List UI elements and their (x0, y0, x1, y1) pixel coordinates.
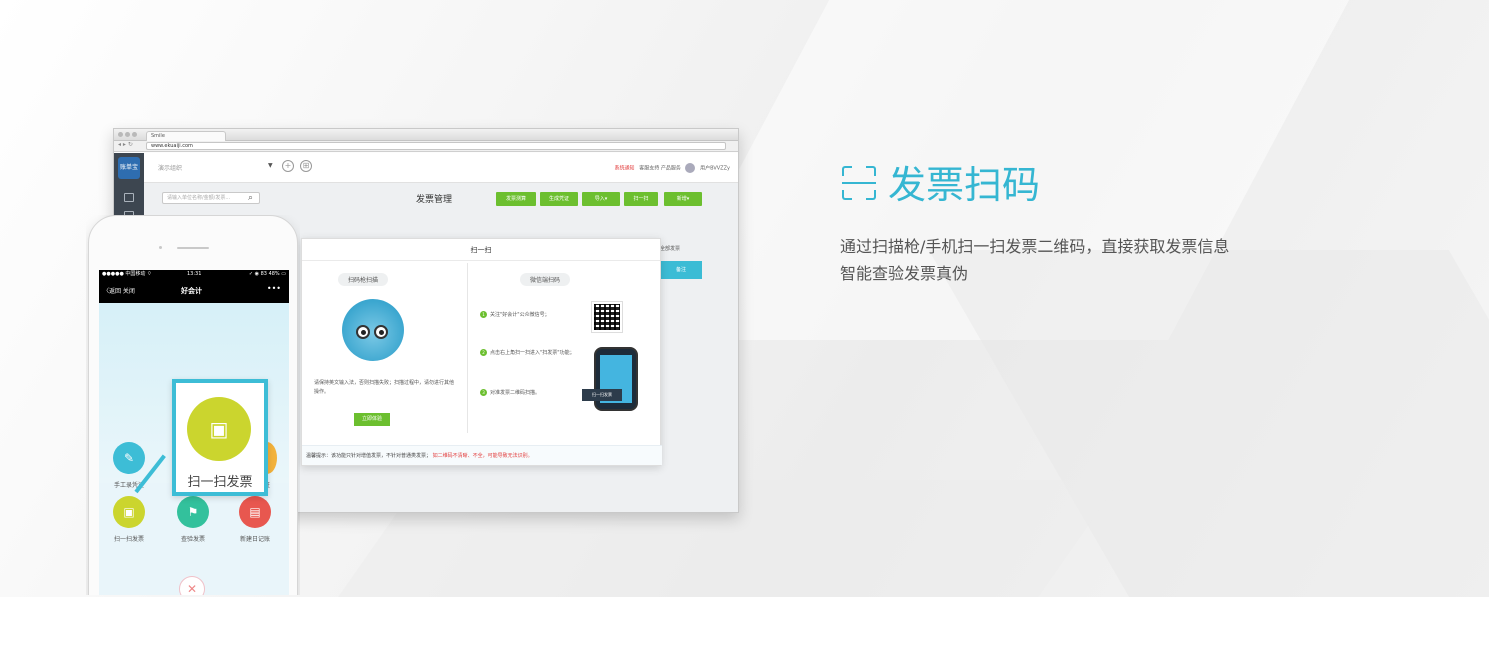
search-icon[interactable]: ⌕ (248, 192, 253, 204)
browser-tab[interactable]: Smile (146, 131, 226, 141)
scan-invoice-label[interactable]: 扫一扫发票 (104, 534, 154, 543)
scanner-note: 请保持英文输入法，否则扫描失败；扫描过程中，请勿进行其他操作。 (314, 380, 455, 395)
company-select[interactable]: 演示组织 (158, 163, 278, 172)
step-3: 3 对准发票二维码扫描。 (480, 389, 590, 397)
grid-icon[interactable]: ⊞ (300, 160, 312, 172)
pencil-icon[interactable]: ✎ (113, 442, 145, 474)
user-name[interactable]: 用户BVVZZy (700, 166, 730, 172)
try-now-button[interactable]: 立即体验 (354, 413, 390, 426)
modal-title: 扫一扫 (302, 239, 660, 261)
scan-invoice-callout: ▣ 扫一扫发票 (172, 379, 268, 496)
status-bar: ●●●●● 中国移动 ⌔ 13:31 ✓ ◉ 83 48% ▭ (99, 270, 289, 279)
window-close-dot[interactable] (118, 132, 123, 137)
camera (159, 246, 162, 249)
feature-title: 发票扫码 (888, 163, 1041, 207)
journal-icon[interactable]: ▤ (239, 496, 271, 528)
new-journal-label[interactable]: 新建日记账 (230, 534, 280, 543)
address-bar[interactable]: www.ekuaiji.com (146, 142, 726, 150)
footer-warning: 如二维码不清晰、不全，可能导致无法识别。 (432, 453, 533, 459)
window-maximize-dot[interactable] (132, 132, 137, 137)
battery: ✓ ◉ 83 48% ▭ (248, 271, 286, 277)
verify-invoice-label[interactable]: 查验发票 (168, 534, 218, 543)
step-2: 2 点击右上角扫一扫进入"扫发票"功能； (480, 349, 590, 357)
speaker (177, 247, 209, 249)
search-input[interactable]: 请输入单位名称/金额/发票... (162, 192, 260, 204)
clock: 13:31 (187, 271, 202, 277)
add-new-button[interactable]: 新增▾ (664, 192, 702, 206)
app-logo[interactable]: 账单宝 (118, 157, 140, 179)
flag-icon[interactable]: ⚑ (177, 496, 209, 528)
window-minimize-dot[interactable] (125, 132, 130, 137)
notice-link[interactable]: 系统通知 (614, 166, 634, 172)
remark-button[interactable]: 备注 (660, 261, 702, 279)
scan-invoice-tag: 扫一扫发票 (582, 389, 622, 401)
callout-label: 扫一扫发票 (187, 475, 253, 490)
feature-desc-line-1: 通过扫描枪/手机扫一扫发票二维码，直接获取发票信息 (840, 237, 1230, 256)
more-icon[interactable]: ••• (267, 284, 281, 293)
nav-title: 好会计 (181, 287, 202, 295)
feature-desc-line-2: 智能查验发票真伪 (840, 264, 969, 283)
topbar-right: 系统通知 客服支持 产品服务 用户BVVZZy (614, 163, 730, 173)
add-icon[interactable]: + (282, 160, 294, 172)
page-title: 发票管理 (416, 195, 453, 205)
step-1: 1 关注"好会计"公众微信号； (480, 311, 590, 319)
all-invoices-tag[interactable]: 全部发票 (660, 245, 680, 252)
back-button[interactable]: 〈返回 关闭 (103, 286, 135, 295)
qr-code-image (591, 301, 623, 333)
footer-tip: 温馨提示：该功能只针对增值发票，不针对普通类发票； (306, 453, 432, 459)
avatar[interactable] (685, 163, 696, 173)
scan-invoice-icon[interactable]: ▣ (113, 496, 145, 528)
close-icon[interactable]: ✕ (179, 576, 205, 595)
phone-illustration (594, 347, 638, 411)
browser-toolbar: ◂ ▸ ↻ www.ekuaiji.com (114, 141, 738, 152)
scanner-gun-tab[interactable]: 扫码枪扫描 (338, 273, 389, 286)
mascot-image (342, 299, 404, 361)
scan-button[interactable]: 扫一扫 (624, 192, 658, 206)
browser-titlebar: Smile (114, 129, 738, 141)
divider (467, 263, 468, 433)
scan-icon (842, 166, 876, 200)
ticket-icon: ▣ (187, 397, 251, 461)
feature-description: 通过扫描枪/手机扫一扫发票二维码，直接获取发票信息 智能查验发票真伪 (840, 233, 1229, 287)
invoice-calc-button[interactable]: 发票测算 (496, 192, 536, 206)
modal-footer: 温馨提示：该功能只针对增值发票，不针对普通类发票； 如二维码不清晰、不全，可能导… (302, 445, 662, 465)
chevron-down-icon[interactable]: ▼ (268, 162, 273, 169)
generate-voucher-button[interactable]: 生成凭证 (540, 192, 578, 206)
browser-nav-icons[interactable]: ◂ ▸ ↻ (118, 141, 133, 148)
phone-navbar: 〈返回 关闭 好会计 ••• (99, 279, 289, 303)
scan-modal: 扫一扫 扫码枪扫描 微信端扫码 请保持英文输入法，否则扫描失败；扫描过程中，请勿… (301, 238, 662, 466)
wechat-scan-tab[interactable]: 微信端扫码 (520, 273, 571, 286)
import-button[interactable]: 导入▾ (582, 192, 620, 206)
app-topbar: 演示组织 ▼ + ⊞ 系统通知 客服支持 产品服务 用户BVVZZy (144, 153, 738, 183)
sidebar-home-icon[interactable] (124, 193, 134, 202)
support-links[interactable]: 客服支持 产品服务 (639, 166, 681, 172)
carrier: ●●●●● 中国移动 ⌔ (102, 271, 152, 277)
app-actionbar: 请输入单位名称/金额/发票... ⌕ 发票管理 发票测算 生成凭证 导入▾ 扫一… (144, 183, 738, 213)
